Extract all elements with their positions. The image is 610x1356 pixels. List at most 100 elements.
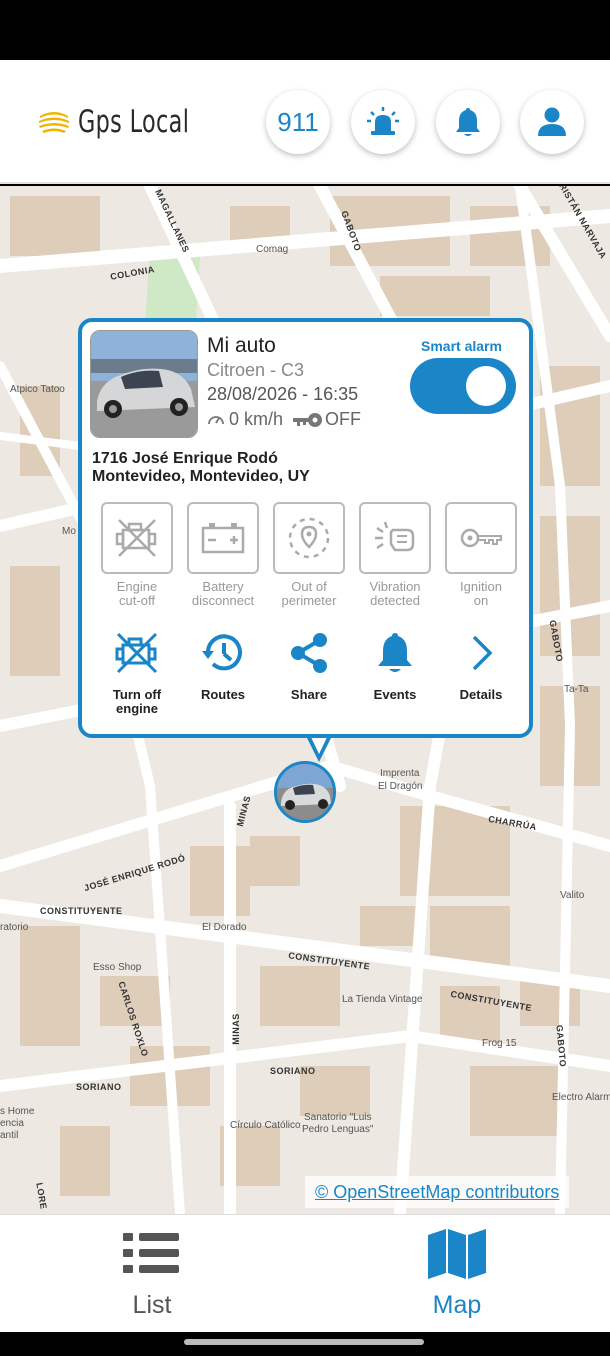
alert-engine-cutoff[interactable]: Engine cut-off bbox=[100, 502, 174, 608]
place-label: El Dorado bbox=[202, 922, 247, 933]
car-image bbox=[277, 764, 333, 820]
history-icon bbox=[202, 634, 242, 671]
place-label: s Home bbox=[0, 1106, 35, 1117]
place-label: Frog 15 bbox=[482, 1038, 517, 1049]
profile-button[interactable] bbox=[520, 90, 584, 154]
street-label: SORIANO bbox=[76, 1082, 122, 1092]
speed-status: 0 km/h OFF bbox=[207, 409, 361, 430]
emergency-911-button[interactable]: 911 bbox=[266, 90, 330, 154]
home-gesture-bar[interactable] bbox=[184, 1339, 424, 1345]
speed-value: 0 km/h bbox=[229, 409, 284, 429]
chevron-right-icon bbox=[472, 635, 493, 671]
nav-list-label: List bbox=[132, 1291, 172, 1319]
alert-label: detected bbox=[370, 593, 420, 608]
place-label: Ta-Ta bbox=[564, 684, 589, 695]
action-label: Details bbox=[459, 687, 503, 702]
share-icon bbox=[291, 633, 327, 673]
siren-icon bbox=[367, 107, 399, 135]
vibration-icon bbox=[375, 521, 415, 552]
system-gesture-area bbox=[0, 1332, 610, 1356]
app-name: Gps Local bbox=[78, 104, 190, 140]
vehicle-map-marker[interactable] bbox=[274, 761, 336, 823]
alert-label: disconnect bbox=[191, 593, 255, 608]
place-label: Imprenta bbox=[380, 768, 420, 779]
vehicle-popup: Mi auto Citroen - C3 28/08/2026 - 16:35 … bbox=[78, 318, 533, 738]
events-button[interactable]: Events bbox=[358, 630, 432, 702]
panic-siren-button[interactable] bbox=[351, 90, 415, 154]
action-label: Routes bbox=[200, 687, 246, 702]
bell-icon bbox=[456, 108, 480, 136]
details-button[interactable]: Details bbox=[444, 630, 518, 702]
alert-label: cut-off bbox=[119, 593, 155, 608]
alert-label: Battery bbox=[202, 579, 244, 594]
nav-map-tab[interactable]: Map bbox=[397, 1229, 517, 1320]
status-bar bbox=[0, 0, 610, 60]
alert-label: perimeter bbox=[281, 593, 337, 608]
vehicle-actions: Turn off engine Routes Share Events Deta… bbox=[100, 630, 520, 730]
alert-out-of-perimeter[interactable]: Out of perimeter bbox=[272, 502, 346, 608]
street-label: SORIANO bbox=[270, 1066, 316, 1076]
ignition-value: OFF bbox=[325, 409, 362, 429]
battery-icon bbox=[201, 523, 245, 554]
alert-vibration-detected[interactable]: Vibration detected bbox=[358, 502, 432, 608]
place-label: Valito bbox=[560, 890, 585, 901]
emergency-911-label: 911 bbox=[277, 106, 319, 137]
key-icon bbox=[460, 528, 502, 548]
place-label: Comag bbox=[256, 244, 289, 255]
vehicle-model: Citroen - C3 bbox=[207, 360, 305, 380]
address-line-2: Montevideo, Montevideo, UY bbox=[92, 468, 310, 485]
engine-cutoff-icon bbox=[115, 519, 157, 557]
vehicle-name: Mi auto bbox=[207, 334, 276, 357]
place-label: Círculo Católico bbox=[230, 1120, 301, 1131]
place-label: ratorio bbox=[0, 922, 29, 933]
key-icon bbox=[293, 412, 323, 427]
place-label: El Dragón bbox=[378, 781, 423, 792]
place-label: Sanatorio "Luis bbox=[304, 1112, 372, 1123]
last-update-time: 28/08/2026 - 16:35 bbox=[207, 384, 359, 404]
toggle-knob bbox=[466, 366, 506, 406]
action-label: engine bbox=[116, 701, 158, 716]
alert-battery-disconnect[interactable]: Battery disconnect bbox=[186, 502, 260, 608]
map-icon bbox=[428, 1229, 486, 1279]
place-label: Electro Alarma bbox=[552, 1092, 610, 1103]
nav-map-label: Map bbox=[432, 1291, 482, 1319]
alert-label: Vibration bbox=[369, 579, 421, 594]
list-icon bbox=[123, 1233, 179, 1273]
car-image bbox=[91, 331, 197, 437]
place-label: Atpico Tatoo bbox=[10, 384, 65, 395]
perimeter-icon bbox=[288, 517, 330, 559]
share-button[interactable]: Share bbox=[272, 630, 346, 702]
app-logo: Gps Local bbox=[38, 104, 233, 140]
action-label: Events bbox=[373, 687, 417, 702]
place-label: Pedro Lenguas" bbox=[302, 1124, 374, 1135]
ignition-status: OFF bbox=[293, 409, 361, 430]
vehicle-address: 1716 José Enrique Rodó Montevideo, Monte… bbox=[92, 450, 310, 486]
alert-label: Engine bbox=[116, 579, 158, 594]
user-icon bbox=[538, 107, 566, 136]
app-header: Gps Local 911 bbox=[0, 60, 610, 184]
bottom-navigation: List Map bbox=[0, 1214, 610, 1332]
osm-attribution-link[interactable]: © OpenStreetMap contributors bbox=[305, 1176, 570, 1208]
place-label: antil bbox=[0, 1130, 19, 1141]
routes-button[interactable]: Routes bbox=[186, 630, 260, 702]
smart-alarm-label: Smart alarm bbox=[421, 338, 502, 354]
place-label: Mo bbox=[62, 526, 76, 537]
notifications-button[interactable] bbox=[436, 90, 500, 154]
place-label: La Tienda Vintage bbox=[342, 994, 423, 1005]
logo-sun-icon bbox=[39, 112, 69, 133]
vehicle-photo[interactable] bbox=[90, 330, 198, 438]
nav-list-tab[interactable]: List bbox=[92, 1229, 212, 1320]
bell-icon bbox=[378, 633, 412, 672]
alert-ignition-on[interactable]: Ignition on bbox=[444, 502, 518, 608]
speedometer-icon bbox=[208, 415, 224, 424]
action-label: Share bbox=[290, 687, 328, 702]
action-label: Turn off bbox=[112, 687, 162, 702]
turn-off-engine-button[interactable]: Turn off engine bbox=[100, 630, 174, 716]
smart-alarm-toggle[interactable] bbox=[410, 358, 516, 414]
engine-off-icon bbox=[115, 632, 158, 674]
alert-label: on bbox=[473, 593, 489, 608]
place-label: Esso Shop bbox=[93, 962, 142, 973]
address-line-1: 1716 José Enrique Rodó bbox=[92, 450, 278, 467]
place-label: encia bbox=[0, 1118, 24, 1129]
street-label: CONSTITUYENTE bbox=[40, 906, 123, 916]
